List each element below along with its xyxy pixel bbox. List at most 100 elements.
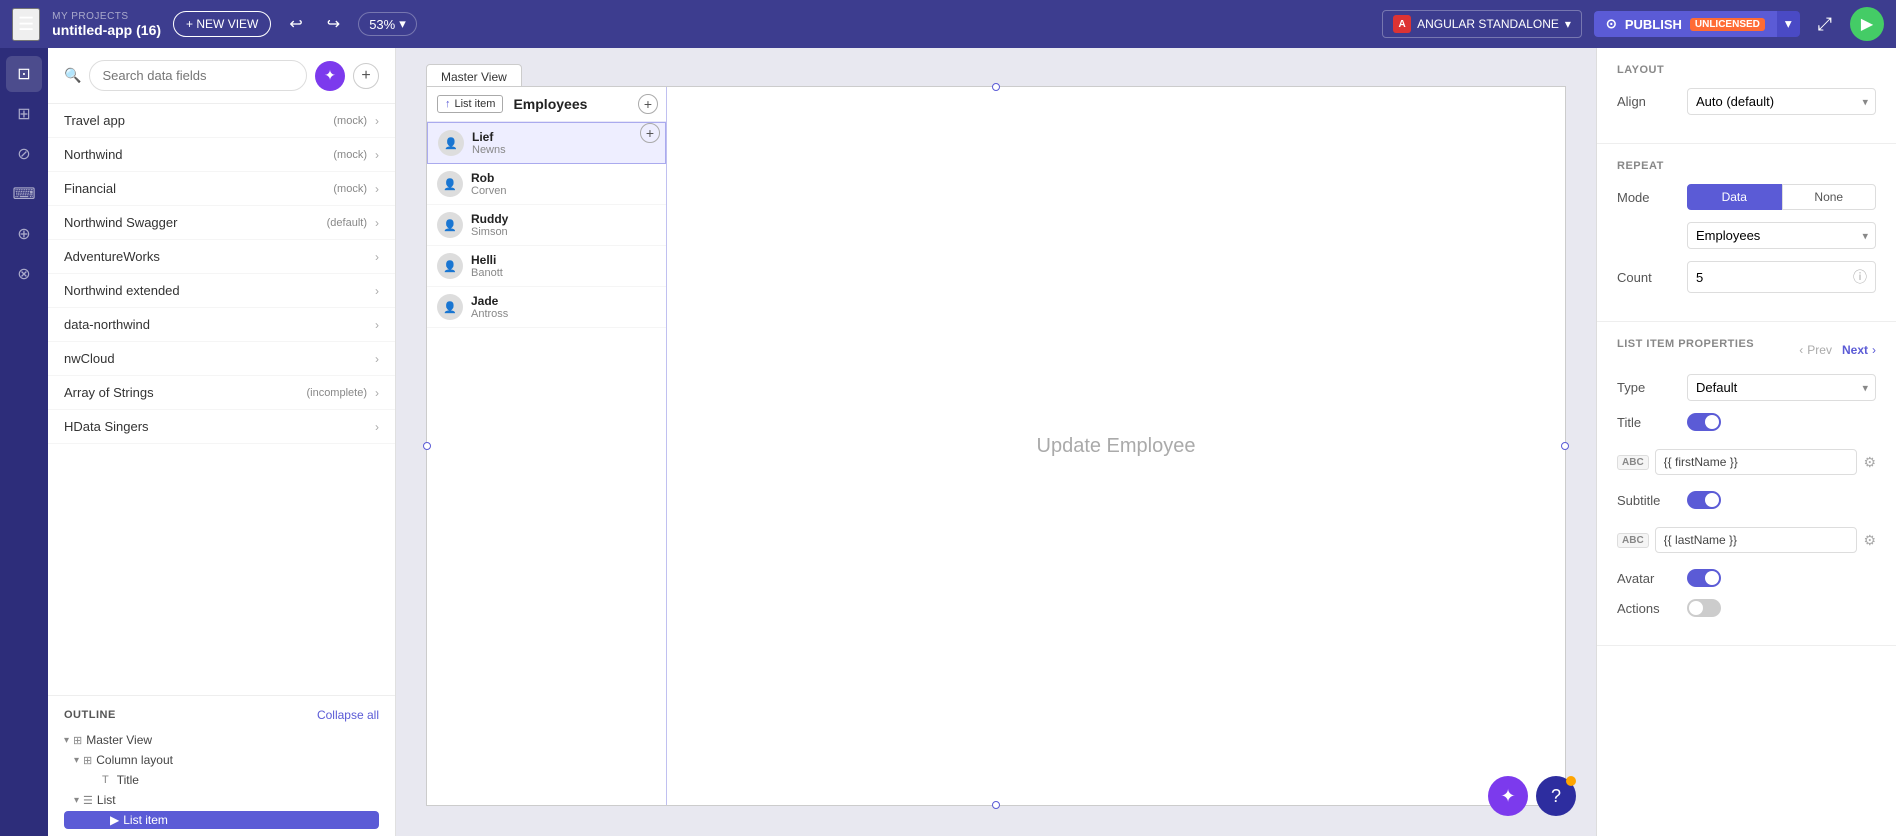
align-select[interactable]: Auto (default): [1687, 88, 1876, 115]
zoom-control[interactable]: 53% ▾: [358, 12, 417, 36]
ai-assistant-button[interactable]: ✦: [1488, 776, 1528, 816]
list-row[interactable]: 👤 Rob Corven: [427, 164, 666, 205]
actions-label: Actions: [1617, 601, 1687, 616]
chevron-right-icon: ›: [375, 216, 379, 230]
add-datasource-button[interactable]: +: [353, 63, 379, 89]
publish-label: PUBLISH: [1625, 17, 1682, 32]
actions-toggle[interactable]: [1687, 599, 1721, 617]
list-item[interactable]: Travel app (mock) ›: [48, 104, 395, 138]
lip-header: LIST ITEM PROPERTIES ‹ Prev Next ›: [1617, 338, 1876, 362]
master-view-label: Master View: [441, 70, 507, 84]
run-button[interactable]: ▶: [1850, 7, 1884, 41]
avatar-toggle-row: Avatar: [1617, 569, 1876, 587]
list-item[interactable]: Financial (mock) ›: [48, 172, 395, 206]
mode-none-button[interactable]: None: [1782, 184, 1877, 210]
unlink-icon[interactable]: ⚙: [1863, 454, 1876, 471]
outline-node-column-layout[interactable]: ▾ ⊞ Column layout: [64, 750, 379, 770]
framework-label: ANGULAR STANDALONE: [1417, 17, 1559, 31]
list-icon: ☰: [83, 794, 93, 807]
notification-dot: [1566, 776, 1576, 786]
outline-node-title[interactable]: T Title: [64, 770, 379, 790]
actions-toggle-row: Actions: [1617, 599, 1876, 617]
list-item[interactable]: Northwind (mock) ›: [48, 138, 395, 172]
new-view-button[interactable]: + NEW VIEW: [173, 11, 271, 37]
mode-data-button[interactable]: Data: [1687, 184, 1782, 210]
list-row[interactable]: 👤 Helli Banott: [427, 246, 666, 287]
list-row[interactable]: 👤 Lief Newns: [427, 122, 666, 164]
plugins-icon-btn[interactable]: ⊗: [6, 256, 42, 292]
avatar: 👤: [437, 253, 463, 279]
list-item[interactable]: HData Singers ›: [48, 410, 395, 444]
title-toggle-row: Title: [1617, 413, 1876, 431]
subtitle-field[interactable]: [1655, 527, 1858, 553]
layers-icon-btn[interactable]: ⊡: [6, 56, 42, 92]
redo-button[interactable]: ↪: [321, 10, 346, 38]
menu-button[interactable]: ☰: [12, 8, 40, 41]
publish-button[interactable]: ⊙ PUBLISH UNLICENSED: [1594, 11, 1777, 37]
framework-selector[interactable]: A ANGULAR STANDALONE ▾: [1382, 10, 1582, 38]
outline-title: OUTLINE: [64, 709, 116, 721]
icon-bar: ⊡ ⊞ ⊘ ⌨ ⊕ ⊗: [0, 48, 48, 836]
help-icon: ?: [1551, 786, 1561, 807]
help-button[interactable]: ?: [1536, 776, 1576, 816]
avatar-toggle[interactable]: [1687, 569, 1721, 587]
mode-row: Mode Data None: [1617, 184, 1876, 210]
interactions-icon-btn[interactable]: ⊕: [6, 216, 42, 252]
avatar-label: Avatar: [1617, 571, 1687, 586]
list-item[interactable]: Array of Strings (incomplete) ›: [48, 376, 395, 410]
type-select-wrapper[interactable]: Default: [1687, 374, 1876, 401]
chevron-left-icon: ‹: [1799, 343, 1803, 357]
add-row-button[interactable]: +: [640, 123, 660, 143]
abc-badge-subtitle: ABC: [1617, 533, 1649, 548]
outline-node-list-item[interactable]: ▶ List item: [64, 811, 379, 829]
avatar: 👤: [438, 130, 464, 156]
list-item[interactable]: data-northwind ›: [48, 308, 395, 342]
add-list-item-button[interactable]: +: [638, 94, 658, 114]
list-item[interactable]: Northwind extended ›: [48, 274, 395, 308]
share-button[interactable]: ⤢: [1812, 10, 1838, 39]
ai-button[interactable]: ✦: [315, 61, 345, 91]
publish-badge: UNLICENSED: [1690, 18, 1765, 31]
align-row: Align Auto (default): [1617, 88, 1876, 115]
list-item[interactable]: Northwind Swagger (default) ›: [48, 206, 395, 240]
title-toggle[interactable]: [1687, 413, 1721, 431]
up-icon: ↑: [445, 98, 451, 110]
chevron-right-icon: ›: [375, 284, 379, 298]
left-sidebar: 🔍 ✦ + Travel app (mock) › Northwind (moc…: [48, 48, 396, 836]
collapse-all-button[interactable]: Collapse all: [317, 708, 379, 722]
outline-node-master-view[interactable]: ▾ ⊞ Master View: [64, 730, 379, 750]
data-icon-btn[interactable]: ⊘: [6, 136, 42, 172]
list-row[interactable]: 👤 Jade Antross: [427, 287, 666, 328]
undo-button[interactable]: ↩: [283, 10, 308, 38]
publish-caret-button[interactable]: ▾: [1777, 11, 1800, 37]
prev-label[interactable]: Prev: [1807, 343, 1832, 357]
outline-node-list[interactable]: ▾ ☰ List: [64, 790, 379, 810]
list-item[interactable]: AdventureWorks ›: [48, 240, 395, 274]
formula-icon-btn[interactable]: ⌨: [6, 176, 42, 212]
data-source-select-wrapper[interactable]: Employees: [1687, 222, 1876, 249]
avatar: 👤: [437, 171, 463, 197]
chevron-right-icon: ›: [375, 250, 379, 264]
info-icon[interactable]: ⓘ: [1853, 267, 1867, 287]
formula-icon: ⌨: [12, 184, 35, 204]
title-label: Title: [1617, 415, 1687, 430]
next-label[interactable]: Next: [1842, 343, 1868, 357]
layout-section-title: LAYOUT: [1617, 64, 1876, 76]
layout-section: LAYOUT Align Auto (default): [1597, 48, 1896, 144]
title-field[interactable]: [1655, 449, 1858, 475]
type-select[interactable]: Default: [1687, 374, 1876, 401]
canvas-frame: ↑ List item Employees + 👤 Lief Newns: [426, 86, 1566, 806]
topbar: ☰ MY PROJECTS untitled-app (16) + NEW VI…: [0, 0, 1896, 48]
unlink-icon-subtitle[interactable]: ⚙: [1863, 532, 1876, 549]
list-item-icon: ▶: [110, 813, 119, 827]
data-source-select[interactable]: Employees: [1687, 222, 1876, 249]
grid-icon: ⊞: [73, 734, 82, 747]
outline-section: OUTLINE Collapse all ▾ ⊞ Master View ▾ ⊞…: [48, 695, 395, 836]
components-icon-btn[interactable]: ⊞: [6, 96, 42, 132]
list-item[interactable]: nwCloud ›: [48, 342, 395, 376]
search-input[interactable]: [89, 60, 307, 91]
list-row[interactable]: 👤 Ruddy Simson: [427, 205, 666, 246]
count-value[interactable]: 5: [1696, 270, 1847, 285]
align-select-wrapper[interactable]: Auto (default): [1687, 88, 1876, 115]
subtitle-toggle[interactable]: [1687, 491, 1721, 509]
